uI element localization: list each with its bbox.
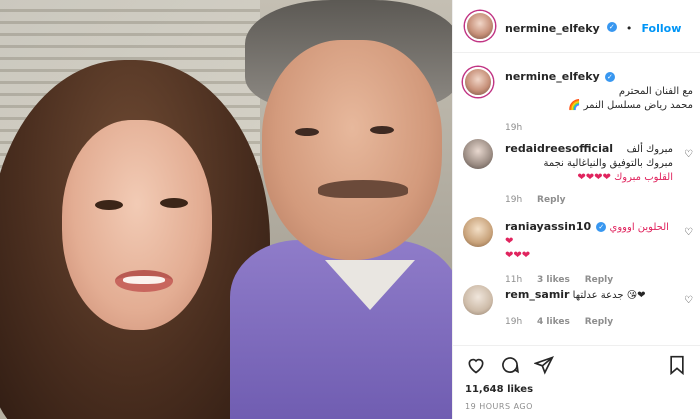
commenter-avatar[interactable]: [463, 139, 493, 169]
caption-text-line2: محمد رياض مسلسل النمر 🌈: [568, 100, 693, 111]
post-sidebar: nermine_elfeky ✓ • Follow nermine_elfeky…: [452, 0, 700, 419]
comment-body: redaidreesofficial مبروك ألف مبروك بالتو…: [505, 142, 673, 207]
post-photo[interactable]: [0, 0, 452, 419]
caption-body: nermine_elfeky ✓ مع الفنان المحترم محمد …: [505, 70, 693, 135]
man-mustache: [318, 180, 408, 198]
comment-likes[interactable]: 4 likes: [537, 317, 570, 327]
comment-time: 11h: [505, 275, 523, 285]
caption-text-line1: مع الفنان المحترم: [618, 86, 693, 97]
follow-button[interactable]: Follow: [641, 22, 681, 35]
comment-time: 19h: [505, 195, 523, 205]
woman-face: [62, 120, 212, 330]
comment-like-icon[interactable]: ♡: [684, 295, 693, 306]
man-eye-left: [295, 128, 319, 136]
comment-like-icon[interactable]: ♡: [684, 227, 693, 238]
commenter-avatar[interactable]: [463, 285, 493, 315]
post-actions: 11,648 likes 19 HOURS AGO: [453, 345, 700, 420]
comment-like-icon[interactable]: ♡: [684, 149, 693, 160]
comments-list: nermine_elfeky ✓ مع الفنان المحترم محمد …: [453, 53, 700, 343]
comment-text-line2: ❤❤❤: [505, 250, 531, 261]
commenter-avatar[interactable]: [463, 217, 493, 247]
separator-dot: •: [625, 21, 633, 35]
comment-body: rem_samir جدعة عدلتها 😘❤ 19h 4 likes Rep…: [505, 288, 673, 329]
author-avatar[interactable]: [465, 11, 495, 41]
comment-item: rem_samir جدعة عدلتها 😘❤ 19h 4 likes Rep…: [463, 285, 693, 335]
commenter-username[interactable]: raniayassin10: [505, 220, 591, 233]
comment-likes[interactable]: 3 likes: [537, 275, 570, 285]
author-username[interactable]: nermine_elfeky: [505, 22, 600, 35]
commenter-username[interactable]: redaidreesofficial: [505, 142, 613, 155]
verified-icon: ✓: [604, 72, 615, 82]
caption-username[interactable]: nermine_elfeky: [505, 70, 600, 83]
comment-time: 19h: [505, 317, 523, 327]
comment-body: raniayassin10 ✓ الحلوين اوووي❤ ❤❤❤ 11h 3…: [505, 220, 673, 287]
post-header: nermine_elfeky ✓ • Follow: [453, 0, 700, 53]
man-face: [262, 40, 442, 260]
comment-icon[interactable]: [499, 354, 521, 376]
caption: nermine_elfeky ✓ مع الفنان المحترم محمد …: [463, 67, 693, 137]
comment-text-line2: مبروك بالتوفيق والنياغالية نجمة: [543, 158, 673, 169]
reply-button[interactable]: Reply: [537, 195, 565, 205]
woman-eye-left: [95, 200, 123, 210]
verified-icon: ✓: [596, 222, 607, 232]
comment-text-line1: جدعة عدلتها 😘❤: [572, 290, 646, 301]
caption-avatar[interactable]: [463, 67, 493, 97]
comment-text-line3: القلوب مبروك ❤❤❤❤: [577, 172, 673, 183]
man-eye-right: [370, 126, 394, 134]
commenter-username[interactable]: rem_samir: [505, 288, 569, 301]
reply-button[interactable]: Reply: [585, 275, 613, 285]
share-icon[interactable]: [533, 354, 555, 376]
instagram-post: nermine_elfeky ✓ • Follow nermine_elfeky…: [0, 0, 700, 419]
likes-count[interactable]: 11,648 likes: [465, 384, 533, 395]
heart-icon[interactable]: [465, 354, 487, 376]
woman-eye-right: [160, 198, 188, 208]
comment-item: redaidreesofficial مبروك ألف مبروك بالتو…: [463, 139, 693, 205]
header-user: nermine_elfeky ✓ • Follow: [505, 17, 681, 36]
bookmark-icon[interactable]: [666, 354, 688, 376]
reply-button[interactable]: Reply: [585, 317, 613, 327]
caption-time: 19h: [505, 123, 523, 133]
comment-item: raniayassin10 ✓ الحلوين اوووي❤ ❤❤❤ 11h 3…: [463, 217, 693, 285]
verified-icon: ✓: [606, 22, 617, 32]
woman-teeth: [123, 276, 165, 284]
post-timestamp: 19 HOURS AGO: [465, 402, 533, 411]
action-icons: [465, 354, 555, 376]
